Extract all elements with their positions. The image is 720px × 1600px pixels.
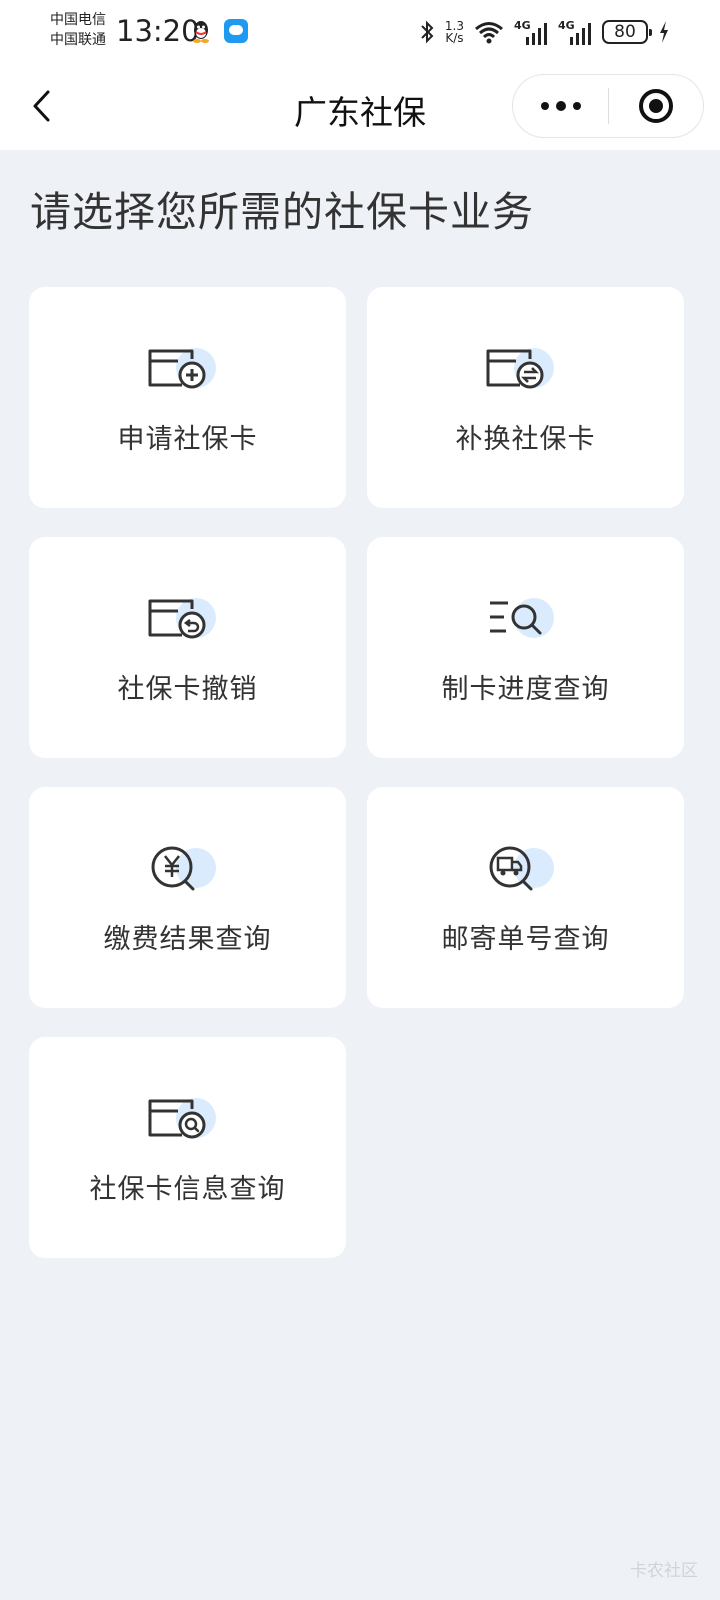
signal-sim1: 4G [514,19,548,45]
status-indicators: 1.3 K/s 4G 4G 80 [419,16,670,48]
card-add-icon [148,348,216,389]
service-label: 社保卡撤销 [117,674,258,705]
carrier-2: 中国联通 [50,32,106,48]
service-label: 申请社保卡 [117,424,258,455]
service-card-tracking[interactable]: 邮寄单号查询 [367,787,684,1008]
watermark: 卡农社区 [630,1561,698,1581]
message-icon [224,19,248,43]
more-icon [540,102,549,110]
carrier-1: 中国电信 [50,12,106,28]
truck-search-icon [489,846,554,891]
service-label: 社保卡信息查询 [89,1174,286,1205]
service-card-revoke[interactable]: 社保卡撤销 [29,537,346,758]
signal-icon [570,23,591,45]
service-label: 补换社保卡 [455,424,596,455]
service-card-info[interactable]: 社保卡信息查询 [29,1037,346,1258]
battery-icon: 80 [602,20,652,44]
bluetooth-icon [421,20,434,44]
status-bar: 中国电信 中国联通 13:20 1.3 K/s 4G 4G 80 [0,0,720,64]
list-search-icon [490,598,554,638]
navigation-bar: 广东社保 [0,64,720,150]
card-revoke-icon [148,598,216,639]
carrier-info: 中国电信 中国联通 [50,10,106,50]
close-target-icon [639,89,673,123]
close-button[interactable] [609,75,703,137]
service-card-progress[interactable]: 制卡进度查询 [367,537,684,758]
miniprogram-capsule [512,74,704,138]
clock: 13:20 [116,14,200,48]
more-icon-dot [555,101,566,111]
service-card-apply[interactable]: 申请社保卡 [29,287,346,508]
net-speed: 1.3 K/s [444,19,464,45]
service-card-replace[interactable]: 补换社保卡 [367,287,684,508]
card-search-icon [148,1098,216,1139]
yuan-search-icon [151,846,216,891]
service-label: 缴费结果查询 [103,924,272,955]
card-swap-icon [486,348,554,389]
section-heading: 请选择您所需的社保卡业务 [30,188,534,236]
more-button[interactable] [513,75,608,137]
service-label: 邮寄单号查询 [441,924,610,955]
qq-icon [193,21,209,43]
wifi-icon [475,22,503,44]
service-label: 制卡进度查询 [441,674,610,705]
signal-sim2: 4G [558,19,592,45]
service-card-payment[interactable]: 缴费结果查询 [29,787,346,1008]
charging-icon [660,21,668,43]
signal-icon [526,23,547,45]
more-icon-dot [572,102,581,110]
